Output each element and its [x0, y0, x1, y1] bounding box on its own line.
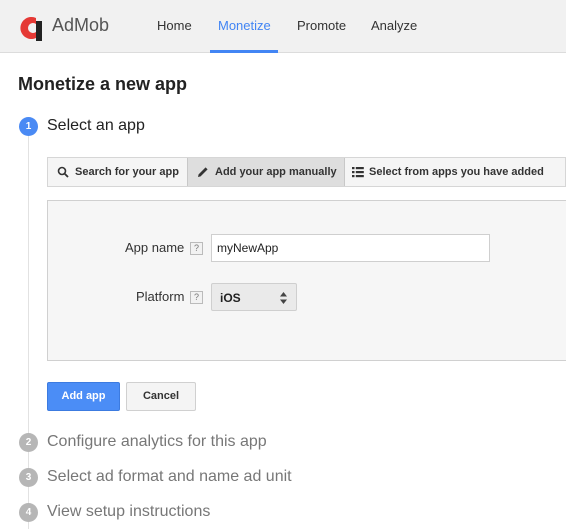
pencil-icon	[198, 167, 208, 177]
active-tab-indicator	[210, 50, 278, 53]
tab-add-manually[interactable]: Add your app manually	[187, 158, 345, 186]
nav-tab-analyze[interactable]: Analyze	[371, 18, 417, 33]
search-icon	[57, 166, 69, 178]
nav-tab-home[interactable]: Home	[157, 18, 192, 33]
step-number-3: 3	[19, 468, 38, 487]
app-source-tabs: Search for your app Add your app manuall…	[47, 157, 566, 187]
add-app-button[interactable]: Add app	[47, 382, 120, 411]
nav-tab-monetize[interactable]: Monetize	[218, 18, 271, 33]
tab-select-added[interactable]: Select from apps you have added	[345, 158, 565, 186]
step-number-4: 4	[19, 503, 38, 522]
top-bar: AdMob Home Monetize Promote Analyze	[0, 0, 566, 53]
tab-search-app[interactable]: Search for your app	[48, 158, 187, 186]
platform-select-value: iOS	[220, 291, 241, 305]
page-title: Monetize a new app	[18, 74, 188, 94]
app-name-help-icon[interactable]: ?	[190, 242, 203, 255]
select-arrows-icon	[280, 292, 287, 304]
cancel-button[interactable]: Cancel	[126, 382, 196, 411]
step-label-select-ad-format[interactable]: Select ad format and name ad unit	[47, 468, 292, 486]
step-label-configure-analytics[interactable]: Configure analytics for this app	[47, 433, 267, 451]
tab-select-added-label: Select from apps you have added	[369, 166, 544, 178]
step-label-select-app: Select an app	[47, 117, 145, 134]
step-number-2: 2	[19, 433, 38, 452]
platform-select[interactable]: iOS	[211, 283, 297, 311]
tab-search-app-label: Search for your app	[75, 166, 179, 178]
brand-name[interactable]: AdMob	[52, 15, 109, 36]
add-app-form	[47, 200, 566, 361]
step-label-setup-instructions[interactable]: View setup instructions	[47, 503, 210, 521]
step-number-1: 1	[19, 117, 38, 136]
app-name-label: App name	[125, 240, 185, 255]
platform-label: Platform	[136, 289, 185, 304]
app-name-input[interactable]	[211, 234, 490, 262]
platform-help-icon[interactable]: ?	[190, 291, 203, 304]
nav-tab-promote[interactable]: Promote	[297, 18, 346, 33]
admob-logo-icon[interactable]	[17, 13, 43, 43]
list-icon	[352, 167, 364, 178]
tab-add-manually-label: Add your app manually	[215, 166, 337, 178]
